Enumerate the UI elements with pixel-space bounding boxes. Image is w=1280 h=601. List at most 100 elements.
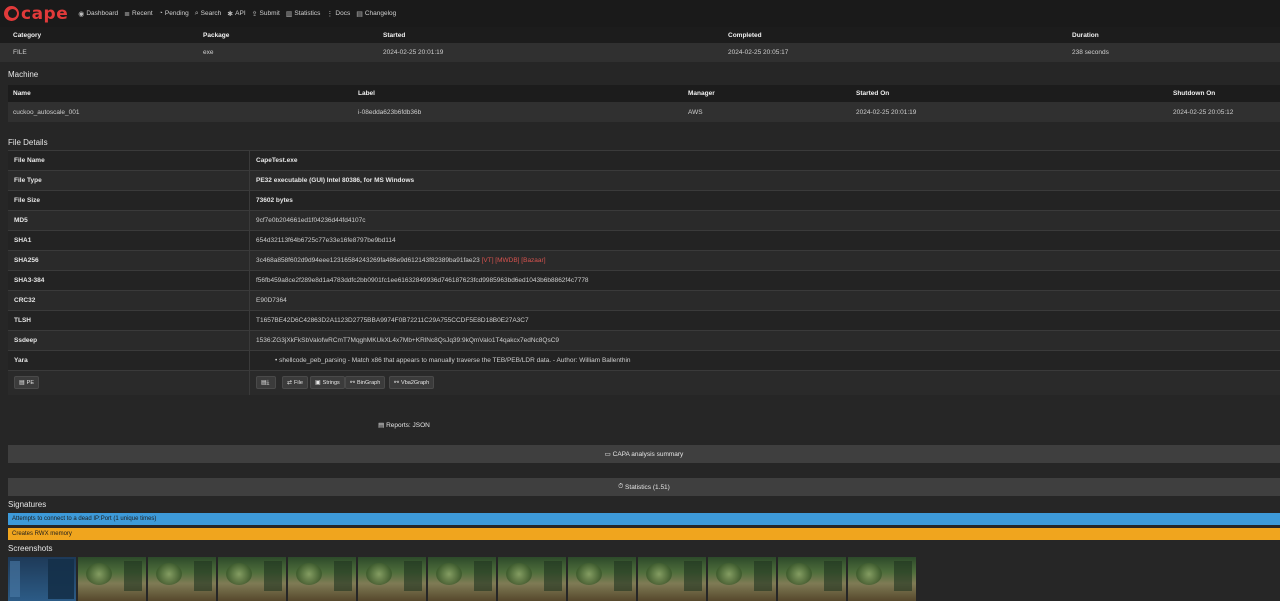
- reports-link[interactable]: ▤ Reports: JSON: [354, 421, 454, 429]
- search-icon: ⌕: [194, 9, 199, 17]
- bingraph-button[interactable]: ⚯ BinGraph: [345, 376, 386, 389]
- file-name-row: File Name CapeTest.exe: [8, 150, 1280, 170]
- nav-label: Pending: [164, 10, 189, 17]
- statistics-icon: ▥: [285, 10, 293, 18]
- actions-row: ▤ PE ▤⤓ ⇄ File ▣ Strings ⚯ BinGraph ⚯ Vba2Gra…: [8, 370, 1280, 395]
- nav-pending[interactable]: ◔ Pending: [159, 10, 189, 17]
- file-size-row: File Size 73602 bytes: [8, 190, 1280, 210]
- md5-key: MD5: [14, 217, 28, 224]
- screenshot-thumbnail[interactable]: [78, 557, 146, 601]
- graph-icon: ⚯: [350, 380, 356, 386]
- screenshot-thumbnail[interactable]: [638, 557, 706, 601]
- value-manager: AWS: [688, 108, 703, 116]
- screenshot-thumbnail[interactable]: [498, 557, 566, 601]
- nav-label: Submit: [259, 10, 280, 17]
- statistics-bar[interactable]: ⏱ Statistics (1.51): [8, 478, 1280, 496]
- screenshot-thumbnail[interactable]: [358, 557, 426, 601]
- docs-icon: ⋮: [326, 10, 334, 18]
- submit-icon: ⇪: [251, 10, 258, 18]
- screenshot-strip: [8, 557, 918, 601]
- vba2graph-button[interactable]: ⚯ Vba2Graph: [389, 376, 435, 389]
- strings-button-label: Strings: [322, 379, 340, 386]
- download-icon: ▤⤓: [261, 379, 270, 386]
- yara-value: • shellcode_peb_parsing - Match x86 that…: [275, 357, 631, 364]
- md5-row: MD5 9cf7e0b204661ed1f04236d44fd4107c: [8, 210, 1280, 230]
- nav-submit[interactable]: ⇪ Submit: [252, 10, 280, 18]
- nav-label: Changelog: [364, 10, 397, 17]
- screenshot-thumbnail[interactable]: [708, 557, 776, 601]
- nav-changelog[interactable]: ▤ Changelog: [356, 10, 396, 18]
- signature-item[interactable]: Attempts to connect to a dead IP:Port (1…: [8, 513, 1280, 525]
- yara-key: Yara: [14, 357, 28, 364]
- bingraph-button-label: BinGraph: [357, 379, 381, 386]
- ssdeep-key: Ssdeep: [14, 337, 38, 344]
- reports-label: Reports: JSON: [386, 422, 430, 429]
- nav-search[interactable]: ⌕ Search: [195, 10, 222, 18]
- signature-item[interactable]: Creates RWX memory: [8, 528, 1280, 540]
- ssdeep-row: Ssdeep 1536:ZG3jXkFkSbValofwRCmT7MqghMKU…: [8, 330, 1280, 350]
- value-name: cuckoo_autoscale_001: [13, 108, 80, 116]
- sha256-value: 3c468a858f602d9d94eee12316584243269fa486…: [256, 257, 480, 264]
- nav-label: Dashboard: [86, 10, 119, 17]
- print-icon: ▣: [315, 380, 321, 386]
- value-package: exe: [203, 49, 214, 56]
- sha256-key: SHA256: [14, 257, 39, 264]
- crc32-key: CRC32: [14, 297, 36, 304]
- pe-button[interactable]: ▤ PE: [14, 376, 40, 389]
- nav-label: Search: [200, 10, 222, 17]
- screenshot-thumbnail[interactable]: [848, 557, 916, 601]
- screenshot-thumbnail[interactable]: [428, 557, 496, 601]
- nav-label: Docs: [335, 10, 351, 17]
- download-button[interactable]: ▤⤓: [256, 376, 277, 389]
- value-completed: 2024-02-25 20:05:17: [728, 49, 789, 56]
- pe-button-label: PE: [26, 379, 35, 386]
- machine-value-row: cuckoo_autoscale_001 i-08edda623b6fdb36b…: [8, 102, 1280, 122]
- recent-icon: ≣: [124, 10, 131, 18]
- crc32-value: E90D7364: [256, 297, 287, 304]
- file-type-key: File Type: [14, 177, 42, 184]
- file-type-row: File Type PE32 executable (GUI) Intel 80…: [8, 170, 1280, 190]
- file-button-label: File: [294, 379, 303, 386]
- yara-rule: shellcode_peb_parsing - Match x86 that a…: [279, 357, 631, 364]
- value-label: i-08edda623b6fdb36b: [358, 108, 422, 116]
- sha256-row: SHA256 3c468a858f602d9d94eee123165842432…: [8, 250, 1280, 270]
- signatures-title: Signatures: [8, 500, 47, 509]
- file-details-title: File Details: [8, 138, 48, 147]
- strings-button[interactable]: ▣ Strings: [310, 376, 345, 389]
- file-button[interactable]: ⇄ File: [282, 376, 308, 389]
- nav-docs[interactable]: ⋮ Docs: [326, 10, 350, 18]
- header-duration: Duration: [1072, 31, 1099, 39]
- screenshot-thumbnail[interactable]: [778, 557, 846, 601]
- header-label: Label: [358, 90, 375, 97]
- header-category: Category: [13, 31, 42, 39]
- sha256-links[interactable]: [VT] [MWDB] [Bazaar]: [482, 257, 546, 264]
- screenshot-thumbnail[interactable]: [568, 557, 636, 601]
- timer-icon: ⏱: [618, 483, 626, 490]
- screenshot-thumbnail[interactable]: [148, 557, 216, 601]
- sha1-row: SHA1 654d32113f64b6725c77e33e16fe8797be9…: [8, 230, 1280, 250]
- header-package: Package: [203, 31, 230, 39]
- nav-recent[interactable]: ≣ Recent: [124, 10, 152, 18]
- header-started-on: Started On: [856, 90, 890, 97]
- navbar: cape ◉ Dashboard ≣ Recent ◔ Pending ⌕ Search…: [0, 0, 1280, 27]
- summary-value-row: FILE exe 2024-02-25 20:01:19 2024-02-25 …: [0, 43, 1280, 62]
- nav-api[interactable]: ✱ API: [227, 10, 245, 18]
- dashboard-icon: ◉: [78, 10, 85, 18]
- file-icon: ▤: [19, 380, 25, 386]
- screenshot-thumbnail[interactable]: [8, 557, 76, 601]
- nav-dashboard[interactable]: ◉ Dashboard: [78, 10, 118, 18]
- summary-header-row: Category Package Started Completed Durat…: [0, 27, 1280, 43]
- capa-label: CAPA analysis summary: [612, 450, 684, 458]
- yara-row: Yara • shellcode_peb_parsing - Match x86…: [8, 350, 1280, 370]
- api-icon: ✱: [227, 10, 234, 18]
- nav-statistics[interactable]: ▥ Statistics: [286, 10, 321, 18]
- sha3-row: SHA3-384 f56fb459a8ce2f289e8d1a4783ddfc2…: [8, 270, 1280, 290]
- screenshot-thumbnail[interactable]: [288, 557, 356, 601]
- brand-logo[interactable]: cape: [4, 4, 68, 24]
- capa-summary-bar[interactable]: ▭ CAPA analysis summary: [8, 445, 1280, 463]
- cape-logo-icon: [4, 6, 19, 21]
- screenshot-thumbnail[interactable]: [218, 557, 286, 601]
- machine-title: Machine: [8, 70, 39, 79]
- pending-icon: ◔: [158, 10, 163, 17]
- header-completed: Completed: [728, 31, 762, 39]
